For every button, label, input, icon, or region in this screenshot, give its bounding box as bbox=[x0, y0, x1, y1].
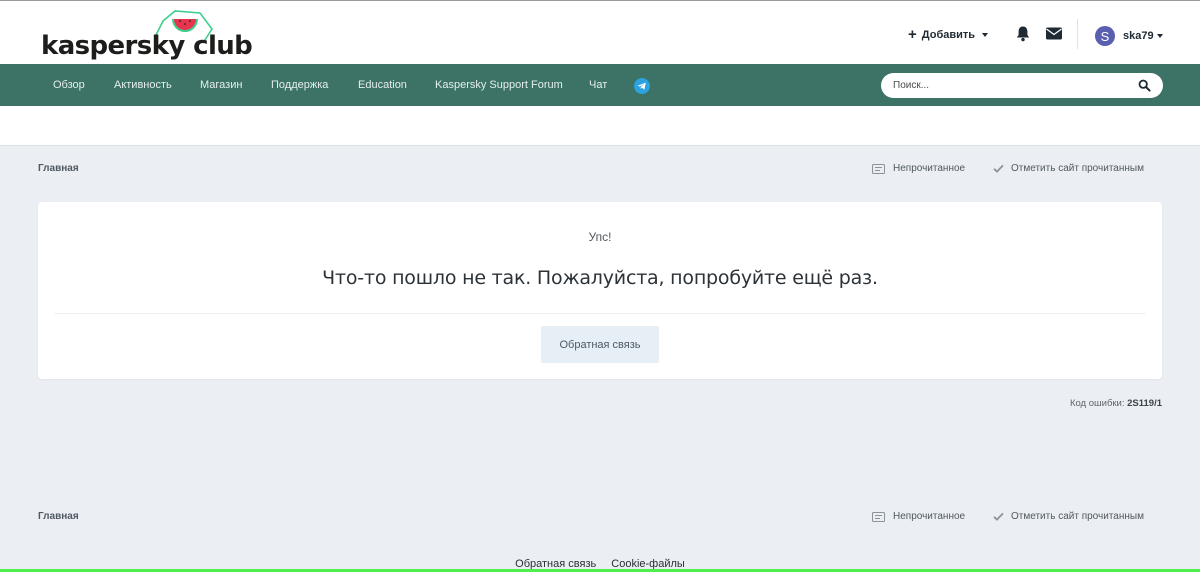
check-icon bbox=[993, 512, 1004, 521]
error-code-value: 2S119/1 bbox=[1127, 398, 1162, 409]
unread-icon bbox=[872, 163, 885, 174]
breadcrumb-bottom: Главная Непрочитанное Отметить сайт проч… bbox=[38, 509, 1162, 525]
chevron-down-icon bbox=[982, 33, 989, 37]
unread-link[interactable]: Непрочитанное bbox=[872, 511, 965, 522]
plus-icon: + bbox=[908, 26, 917, 43]
nav-item-support-forum[interactable]: Kaspersky Support Forum bbox=[435, 64, 563, 106]
kaspersky-club-logo[interactable]: kaspersky club bbox=[40, 7, 253, 63]
mark-site-read-link[interactable]: Отметить сайт прочитанным bbox=[993, 511, 1144, 522]
feedback-button[interactable]: Обратная связь bbox=[541, 326, 659, 363]
nav-item-education[interactable]: Education bbox=[358, 64, 407, 106]
breadcrumb-home-link[interactable]: Главная bbox=[38, 163, 79, 174]
nav-item-activity[interactable]: Активность bbox=[114, 64, 172, 106]
search-box bbox=[881, 73, 1163, 98]
breadcrumb: Главная Непрочитанное Отметить сайт проч… bbox=[38, 161, 1162, 177]
breadcrumb-home-link[interactable]: Главная bbox=[38, 511, 79, 522]
card-divider bbox=[54, 313, 1146, 314]
error-card: Упс! Что-то пошло не так. Пожалуйста, по… bbox=[38, 202, 1162, 379]
nav-item-support[interactable]: Поддержка bbox=[271, 64, 328, 106]
user-menu[interactable]: S ska79 bbox=[1095, 26, 1163, 46]
unread-icon bbox=[872, 511, 885, 522]
error-message: Что-то пошло не так. Пожалуйста, попробу… bbox=[322, 267, 878, 289]
bell-icon[interactable] bbox=[1015, 25, 1031, 42]
username: ska79 bbox=[1123, 30, 1154, 42]
site-header: kaspersky club + Добавить S ska79 bbox=[0, 0, 1200, 64]
mark-site-read-label: Отметить сайт прочитанным bbox=[1011, 511, 1144, 522]
check-icon bbox=[993, 164, 1004, 173]
unread-link[interactable]: Непрочитанное bbox=[872, 163, 965, 174]
avatar: S bbox=[1095, 26, 1115, 46]
header-spacer-strip bbox=[0, 106, 1200, 146]
logo-wordmark: kaspersky club bbox=[41, 31, 253, 61]
telegram-icon[interactable] bbox=[634, 78, 650, 94]
nav-item-chat[interactable]: Чат bbox=[589, 64, 607, 106]
add-content-button[interactable]: + Добавить bbox=[908, 26, 989, 43]
nav-item-overview[interactable]: Обзор bbox=[53, 64, 85, 106]
unread-label: Непрочитанное bbox=[893, 511, 966, 522]
chevron-down-icon bbox=[1156, 34, 1163, 38]
error-code-label: Код ошибки: bbox=[1069, 398, 1128, 409]
mark-site-read-link[interactable]: Отметить сайт прочитанным bbox=[993, 163, 1144, 174]
search-input[interactable] bbox=[893, 73, 1123, 98]
add-label: Добавить bbox=[921, 29, 976, 41]
header-divider bbox=[1077, 19, 1078, 49]
mark-site-read-label: Отметить сайт прочитанным bbox=[1011, 163, 1144, 174]
nav-item-store[interactable]: Магазин bbox=[200, 64, 242, 106]
mail-icon[interactable] bbox=[1045, 26, 1063, 41]
error-code: Код ошибки: 2S119/1 bbox=[1070, 398, 1162, 409]
error-title: Упс! bbox=[588, 230, 612, 244]
unread-label: Непрочитанное bbox=[893, 163, 966, 174]
search-icon[interactable] bbox=[1138, 79, 1151, 92]
